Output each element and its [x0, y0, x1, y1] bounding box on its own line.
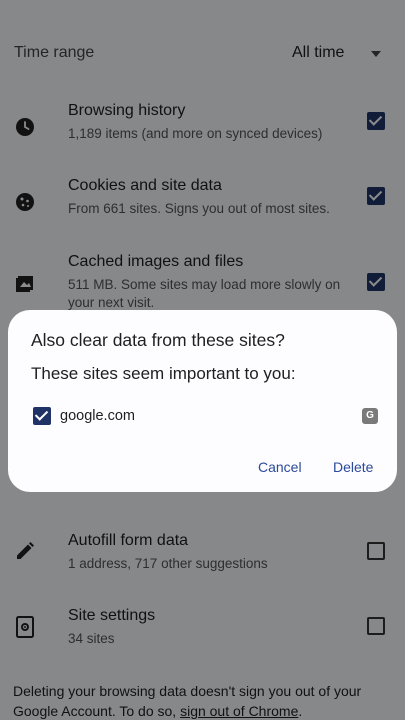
dialog-title: Also clear data from these sites? — [31, 330, 285, 350]
google-favicon-icon: G — [362, 408, 378, 424]
dialog-subtitle: These sites seem important to you: — [31, 364, 296, 383]
important-sites-dialog: Also clear data from these sites? These … — [8, 310, 397, 492]
site-item[interactable]: google.com G — [33, 407, 378, 427]
delete-button[interactable]: Delete — [333, 459, 373, 475]
site-name: google.com — [60, 408, 135, 424]
site-checkbox[interactable] — [33, 407, 51, 425]
cancel-button[interactable]: Cancel — [258, 459, 302, 475]
